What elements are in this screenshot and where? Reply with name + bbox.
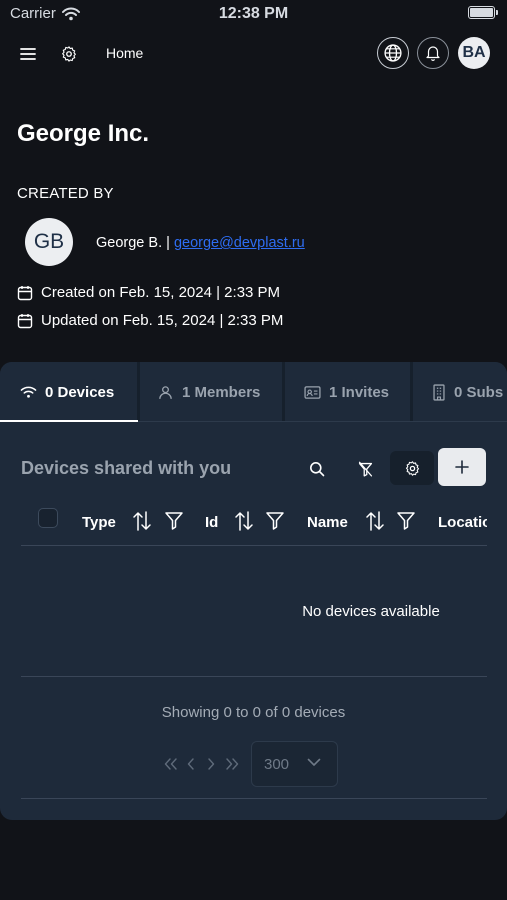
panel-bottom-divider [21,798,487,799]
status-bar: Carrier 12:38 PM [0,0,507,28]
search-icon [310,462,325,477]
column-settings-button[interactable] [390,451,434,485]
sort-icon[interactable] [234,510,254,532]
tab-invites[interactable]: 1 Invites [304,362,389,422]
pagination-summary: Showing 0 to 0 of 0 devices [161,704,346,721]
user-avatar[interactable]: BA [458,37,490,69]
clear-filters-button[interactable] [353,457,377,481]
tab-label: 1 Members [182,383,261,401]
tab-divider [410,362,413,422]
created-date-row: Created on Feb. 15, 2024 | 2:33 PM [17,284,280,301]
first-page-button[interactable] [163,754,179,774]
chevrons-left-icon [164,758,177,770]
creator-avatar: GB [25,218,73,266]
calendar-icon [17,313,33,328]
creator-separator: | [166,235,170,251]
bell-icon [426,46,440,61]
gear-icon [405,460,419,476]
next-page-button[interactable] [203,754,219,774]
chevron-left-icon [187,758,194,770]
updated-date-row: Updated on Feb. 15, 2024 | 2:33 PM [17,312,283,329]
tab-label: 0 Devices [45,383,115,401]
filter-off-icon [358,461,372,477]
created-by-label: CREATED BY [17,185,114,202]
creator-name: George B. [96,235,163,251]
devices-panel: 0 Devices 1 Members 1 Invites 0 Subs Dev… [0,362,507,820]
chevron-down-icon [307,758,321,766]
tab-label: 1 Invites [329,383,390,401]
wifi-icon [20,386,37,398]
active-tab-indicator [0,420,138,422]
breadcrumb-home[interactable]: Home [106,45,143,61]
chevrons-right-icon [226,758,239,770]
notifications-button[interactable] [417,37,449,69]
tab-devices[interactable]: 0 Devices [20,362,114,422]
previous-page-button[interactable] [183,754,199,774]
filter-icon[interactable] [396,510,416,532]
tab-label: 0 Subs [454,383,504,401]
table-header-divider [21,545,487,546]
menu-icon[interactable] [18,44,38,64]
language-button[interactable] [377,37,409,69]
last-page-button[interactable] [224,754,240,774]
creator-email-link[interactable]: george@devplast.ru [174,235,305,251]
tab-bar: 0 Devices 1 Members 1 Invites 0 Subs [0,362,507,422]
column-header-type[interactable]: Type [82,514,116,531]
sort-icon[interactable] [132,510,152,532]
select-all-checkbox[interactable] [38,508,58,528]
page-size-select[interactable]: 300 [251,741,338,787]
tab-divider [137,362,140,422]
sort-icon[interactable] [365,510,385,532]
column-header-location[interactable]: Locatio [438,514,487,531]
updated-date: Updated on Feb. 15, 2024 | 2:33 PM [41,312,284,329]
chevron-right-icon [208,758,215,770]
table-footer-divider [21,676,487,677]
page-title: George Inc. [17,120,150,147]
add-device-button[interactable] [438,448,486,486]
created-date: Created on Feb. 15, 2024 | 2:33 PM [41,284,281,301]
tab-members[interactable]: 1 Members [157,362,260,422]
empty-state-message: No devices available [302,603,440,620]
search-button[interactable] [305,457,329,481]
column-header-name[interactable]: Name [307,514,348,531]
building-icon [433,383,445,401]
tab-subs[interactable]: 0 Subs [432,362,503,422]
filter-icon[interactable] [265,510,285,532]
globe-icon [384,44,402,62]
calendar-icon [17,285,33,300]
battery-icon [468,6,498,19]
filter-icon[interactable] [164,510,184,532]
user-icon [159,385,172,399]
tab-divider [282,362,285,422]
column-header-id[interactable]: Id [205,514,218,531]
devices-section-title: Devices shared with you [21,458,232,478]
status-time: 12:38 PM [218,5,289,22]
gear-icon[interactable] [60,45,78,63]
id-card-icon [304,385,321,399]
page-size-value: 300 [264,755,290,773]
creator-info: George B. | george@devplast.ru [96,235,305,251]
plus-icon [455,460,469,474]
